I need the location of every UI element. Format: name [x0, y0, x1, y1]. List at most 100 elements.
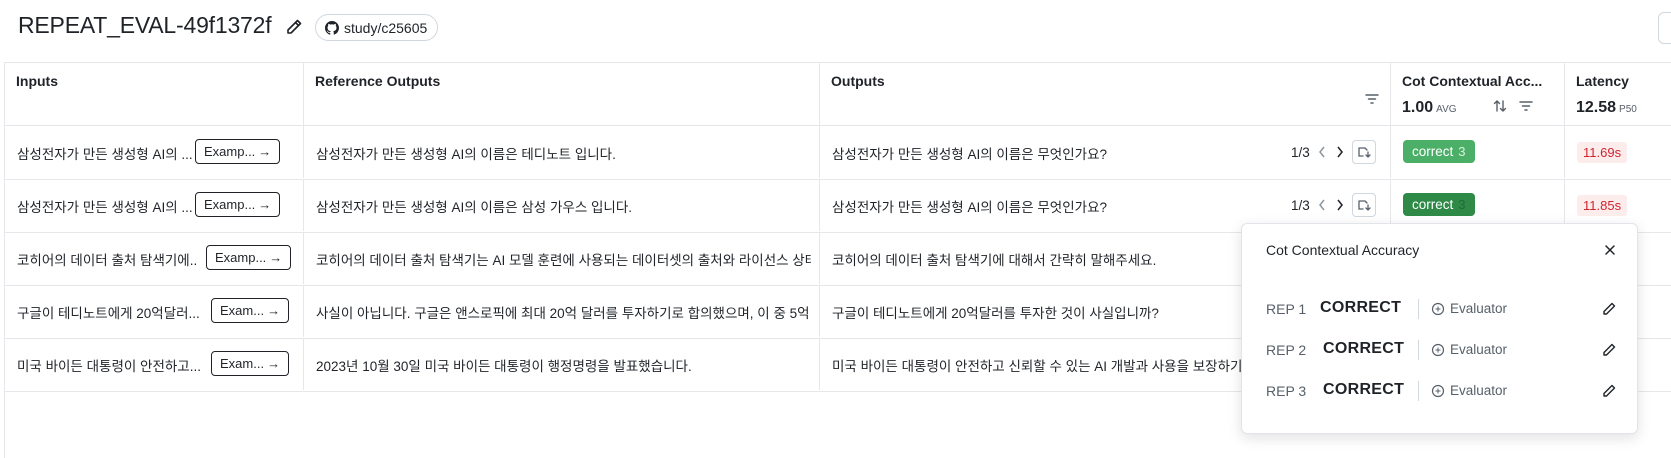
edit-icon[interactable]	[1600, 382, 1618, 400]
column-header-inputs[interactable]: Inputs	[5, 63, 304, 126]
badge-label: correct	[1412, 144, 1454, 159]
correct-badge[interactable]: correct 3	[1403, 140, 1475, 163]
example-button[interactable]: Examp... →	[206, 245, 292, 270]
header-action-button[interactable]	[1658, 12, 1671, 44]
arrow-right-icon: →	[267, 303, 281, 318]
chevron-left-icon[interactable]	[1316, 197, 1328, 213]
rep-label: REP 3	[1266, 383, 1307, 399]
reference-cell: 삼성전자가 만든 생성형 AI의 이름은 테디노트 입니다.	[304, 126, 820, 178]
rep-row: REP 1 CORRECT Evaluator	[1242, 294, 1639, 324]
example-button[interactable]: Exam... →	[211, 351, 290, 376]
example-button-label: Examp...	[204, 144, 256, 159]
latency-badge: 11.85s	[1577, 195, 1628, 216]
rep-value: CORRECT	[1323, 340, 1405, 357]
reference-text: 삼성전자가 만든 생성형 AI의 이름은 테디노트 입니다.	[316, 147, 616, 162]
chevron-right-icon[interactable]	[1334, 144, 1346, 160]
example-button[interactable]: Examp... →	[195, 139, 281, 164]
compare-button[interactable]	[1351, 193, 1376, 217]
arrow-right-icon: →	[269, 250, 283, 265]
rep-row: REP 3 CORRECT Evaluator	[1242, 376, 1639, 406]
filter-icon[interactable]	[1517, 97, 1535, 115]
filter-icon[interactable]	[1363, 90, 1381, 108]
column-header-latency[interactable]: Latency 12.58 P50	[1565, 63, 1671, 126]
evaluator-text: Evaluator	[1450, 383, 1508, 398]
example-button-label: Examp...	[215, 250, 267, 265]
pager-text: 1/3	[1291, 197, 1310, 213]
chevron-left-icon[interactable]	[1316, 144, 1328, 160]
table-row[interactable]: 삼성전자가 만든 생성형 AI의 ... Examp... → 삼성전자가 만든…	[5, 126, 1671, 180]
input-text: 코히어의 데이터 출처 탐색기에...	[17, 253, 197, 268]
cot-avg-stat: 1.00 AVG	[1402, 99, 1457, 117]
repetition-pager: 1/3	[1291, 140, 1376, 164]
edit-icon[interactable]	[1600, 341, 1618, 359]
arrow-right-icon: →	[258, 144, 272, 159]
reference-cell: 사실이 아닙니다. 구글은 앤스로픽에 최대 20억 달러를 투자하기로 합의했…	[304, 285, 820, 337]
column-label: Outputs	[831, 73, 885, 89]
example-button[interactable]: Examp... →	[195, 192, 281, 217]
example-button-label: Examp...	[204, 197, 256, 212]
page-title: REPEAT_EVAL-49f1372f	[18, 12, 272, 38]
rep-label: REP 1	[1266, 301, 1307, 317]
column-header-cot-contextual-accuracy[interactable]: Cot Contextual Acc... 1.00 AVG	[1391, 63, 1565, 126]
divider	[1418, 381, 1419, 401]
input-cell: 삼성전자가 만든 생성형 AI의 ... Examp... →	[5, 179, 304, 231]
evaluator-text: Evaluator	[1450, 342, 1508, 357]
example-button-label: Exam...	[220, 356, 265, 371]
divider	[1418, 299, 1419, 319]
compare-icon	[1358, 200, 1371, 211]
chevron-right-icon[interactable]	[1334, 197, 1346, 213]
output-text: 삼성전자가 만든 생성형 AI의 이름은 무엇인가요?	[832, 147, 1107, 162]
column-header-outputs[interactable]: Outputs	[820, 63, 1391, 126]
feedback-popover: Cot Contextual Accuracy REP 1 CORRECT Ev…	[1241, 223, 1638, 434]
evaluator-icon	[1431, 302, 1445, 315]
column-label: Reference Outputs	[315, 73, 441, 89]
column-label: Inputs	[16, 73, 58, 89]
arrow-right-icon: →	[258, 197, 272, 212]
example-button[interactable]: Exam... →	[211, 298, 290, 323]
input-text: 삼성전자가 만든 생성형 AI의 ...	[17, 147, 192, 162]
input-text: 미국 바이든 대통령이 안전하고...	[17, 359, 201, 374]
pager-text: 1/3	[1291, 144, 1310, 160]
evaluator-label: Evaluator	[1431, 342, 1507, 357]
correct-badge[interactable]: correct 3	[1403, 193, 1475, 216]
sort-icon[interactable]	[1491, 97, 1509, 115]
badge-count: 3	[1458, 144, 1466, 159]
github-icon	[325, 20, 339, 35]
evaluator-icon	[1431, 343, 1445, 356]
example-button-label: Exam...	[220, 303, 265, 318]
reference-cell: 삼성전자가 만든 생성형 AI의 이름은 삼성 가우스 입니다.	[304, 179, 820, 231]
edit-title-icon[interactable]	[284, 17, 304, 37]
compare-button[interactable]	[1351, 140, 1376, 164]
cot-cell: correct 3	[1391, 126, 1565, 178]
input-text: 삼성전자가 만든 생성형 AI의 ...	[17, 200, 192, 215]
input-cell: 구글이 테디노트에게 20억달러... Exam... →	[5, 285, 304, 337]
reference-cell: 2023년 10월 30일 미국 바이든 대통령이 행정명령을 발표했습니다.	[304, 338, 820, 390]
column-header-reference-outputs[interactable]: Reference Outputs	[304, 63, 820, 126]
output-text: 삼성전자가 만든 생성형 AI의 이름은 무엇인가요?	[832, 200, 1107, 215]
reference-text: 삼성전자가 만든 생성형 AI의 이름은 삼성 가우스 입니다.	[316, 200, 633, 215]
edit-icon[interactable]	[1600, 300, 1618, 318]
input-cell: 코히어의 데이터 출처 탐색기에... Examp... →	[5, 232, 304, 284]
arrow-right-icon: →	[267, 356, 281, 371]
evaluator-text: Evaluator	[1450, 301, 1508, 316]
output-text: 구글이 테디노트에게 20억달러를 투자한 것이 사실입니까?	[832, 306, 1159, 321]
input-cell: 미국 바이든 대통령이 안전하고... Exam... →	[5, 338, 304, 390]
rep-row: REP 2 CORRECT Evaluator	[1242, 335, 1639, 365]
repo-link[interactable]: study/c25605	[315, 14, 439, 41]
input-text: 구글이 테디노트에게 20억달러...	[17, 306, 200, 321]
output-cell: 삼성전자가 만든 생성형 AI의 이름은 무엇인가요? 1/3	[820, 126, 1391, 178]
repo-label: study/c25605	[344, 19, 428, 36]
badge-count: 3	[1458, 197, 1466, 212]
input-cell: 삼성전자가 만든 생성형 AI의 ... Examp... →	[5, 126, 304, 178]
output-text: 코히어의 데이터 출처 탐색기에 대해서 간략히 말해주세요.	[832, 253, 1157, 268]
close-icon[interactable]	[1601, 241, 1619, 259]
compare-icon	[1358, 147, 1371, 158]
reference-text: 사실이 아닙니다. 구글은 앤스로픽에 최대 20억 달러를 투자하기로 합의했…	[316, 306, 810, 321]
column-label: Cot Contextual Acc...	[1402, 73, 1543, 89]
rep-label: REP 2	[1266, 342, 1307, 358]
rep-value: CORRECT	[1320, 299, 1402, 316]
column-label: Latency	[1576, 73, 1629, 89]
reference-cell: 코히어의 데이터 출처 탐색기는 AI 모델 훈련에 사용되는 데이터셋의 출처…	[304, 232, 820, 284]
page-header: REPEAT_EVAL-49f1372f study/c25605	[0, 0, 1671, 58]
reference-text: 코히어의 데이터 출처 탐색기는 AI 모델 훈련에 사용되는 데이터셋의 출처…	[316, 253, 811, 268]
